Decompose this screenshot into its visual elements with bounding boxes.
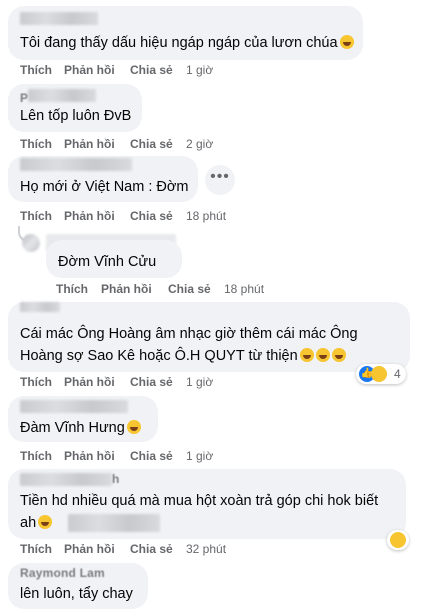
comment-time[interactable]: 1 giờ: [186, 448, 213, 464]
comment-text: Lên tốp luôn ĐvB: [20, 108, 132, 124]
comment-bubble: Họ mới ở Việt Nam : Đờm: [8, 156, 198, 202]
commenter-name-redacted[interactable]: [20, 12, 98, 25]
reaction-summary[interactable]: [387, 530, 409, 550]
commenter-name-redacted[interactable]: [20, 302, 60, 312]
comment-text: Họ mới ở Việt Nam : Đờm: [20, 179, 189, 195]
laugh-cry-emoji: [331, 348, 346, 362]
comment-text-line2: Hoàng sợ Sao Kê hoặc Ô.H QUYT từ thiện: [20, 348, 298, 364]
comment-time[interactable]: 32 phút: [186, 541, 226, 557]
reaction-summary[interactable]: 👍 4: [356, 364, 406, 384]
comment-text: Tôi đang thấy dấu hiệu ngáp ngáp của lươ…: [20, 35, 338, 51]
comment-bubble: Tôi đang thấy dấu hiệu ngáp ngáp của lươ…: [8, 6, 363, 60]
commenter-name-fragment[interactable]: P: [20, 92, 28, 105]
reply-link[interactable]: Phản hồi: [64, 541, 115, 557]
comment-time[interactable]: 2 giờ: [186, 136, 213, 152]
commenter-name-fragment[interactable]: h: [112, 473, 120, 486]
share-link[interactable]: Chia sẻ: [130, 541, 173, 557]
reply-link[interactable]: Phản hồi: [64, 136, 115, 152]
like-link[interactable]: Thích: [20, 541, 52, 557]
like-link[interactable]: Thích: [20, 62, 52, 78]
reply-link[interactable]: Phản hồi: [64, 374, 115, 390]
laugh-cry-emoji: [126, 420, 141, 434]
laugh-cry-emoji: [315, 348, 330, 362]
like-link[interactable]: Thích: [20, 374, 52, 390]
comment-time[interactable]: 1 giờ: [186, 374, 213, 390]
comment-text-line1: Cái mác Ông Hoàng âm nhạc giờ thêm cái m…: [20, 326, 358, 342]
reply-link[interactable]: Phản hồi: [101, 281, 152, 297]
share-link[interactable]: Chia sẻ: [130, 136, 173, 152]
like-link[interactable]: Thích: [20, 448, 52, 464]
reply-actions: Thích Phản hồi Chia sẻ 18 phút: [56, 281, 276, 297]
like-link[interactable]: Thích: [20, 136, 52, 152]
comment-text: lên luôn, tẩy chay: [20, 586, 133, 602]
reply-bubble: Đờm Vĩnh Cửu: [46, 240, 182, 278]
comment-text: Đờm Vĩnh Cửu: [58, 254, 157, 270]
comment-bubble: Cái mác Ông Hoàng âm nhạc giờ thêm cái m…: [8, 302, 410, 372]
commenter-name-redacted[interactable]: [20, 158, 132, 171]
comment-time[interactable]: 18 phút: [186, 208, 226, 224]
commenter-name-redacted[interactable]: [28, 89, 96, 102]
comment-actions: Thích Phản hồi Chia sẻ 1 giờ: [20, 62, 220, 78]
redacted-content: [68, 514, 160, 532]
comment-bubble: P Lên tốp luôn ĐvB: [8, 84, 142, 132]
laugh-cry-emoji: [299, 348, 314, 362]
reply-avatar[interactable]: [22, 234, 40, 252]
reply-link[interactable]: Phản hồi: [64, 62, 115, 78]
comment-actions: Thích Phản hồi Chia sẻ 18 phút: [20, 208, 240, 224]
more-options-button[interactable]: •••: [205, 165, 235, 195]
commenter-name-redacted[interactable]: [20, 400, 128, 413]
comment-bubble: Đàm Vĩnh Hưng: [8, 396, 158, 442]
like-link[interactable]: Thích: [20, 208, 52, 224]
commenter-name[interactable]: Raymond Lam: [20, 567, 105, 580]
share-link[interactable]: Chia sẻ: [130, 448, 173, 464]
commenter-name-redacted[interactable]: [20, 473, 112, 486]
haha-reaction-icon: [371, 366, 387, 382]
comment-bubble: h Tiền hd nhiều quá mà mua hột xoàn trả …: [8, 469, 406, 539]
comment-time[interactable]: 18 phút: [224, 281, 264, 297]
share-link[interactable]: Chia sẻ: [130, 62, 173, 78]
reply-link[interactable]: Phản hồi: [64, 448, 115, 464]
grin-sweat-emoji: [339, 35, 354, 49]
reaction-count: 4: [394, 367, 401, 381]
reply-link[interactable]: Phản hồi: [64, 208, 115, 224]
laugh-cry-emoji: [38, 515, 53, 529]
comment-bubble: Raymond Lam lên luôn, tẩy chay: [8, 563, 148, 609]
comment-actions: Thích Phản hồi Chia sẻ 2 giờ: [20, 136, 220, 152]
comment-text: Đàm Vĩnh Hưng: [20, 420, 125, 436]
share-link[interactable]: Chia sẻ: [168, 281, 211, 297]
comment-time[interactable]: 1 giờ: [186, 62, 213, 78]
comment-actions: Thích Phản hồi Chia sẻ 32 phút: [20, 541, 240, 557]
comment-text-line1: Tiền hd nhiều quá mà mua hột xoàn trả gó…: [20, 493, 379, 509]
comment-text-line2: ah: [20, 515, 37, 531]
comment-actions: Thích Phản hồi Chia sẻ 1 giờ: [20, 374, 240, 390]
share-link[interactable]: Chia sẻ: [130, 208, 173, 224]
like-link[interactable]: Thích: [56, 281, 88, 297]
share-link[interactable]: Chia sẻ: [130, 374, 173, 390]
haha-reaction-icon: [390, 532, 406, 548]
comment-actions: Thích Phản hồi Chia sẻ 1 giờ: [20, 448, 240, 464]
